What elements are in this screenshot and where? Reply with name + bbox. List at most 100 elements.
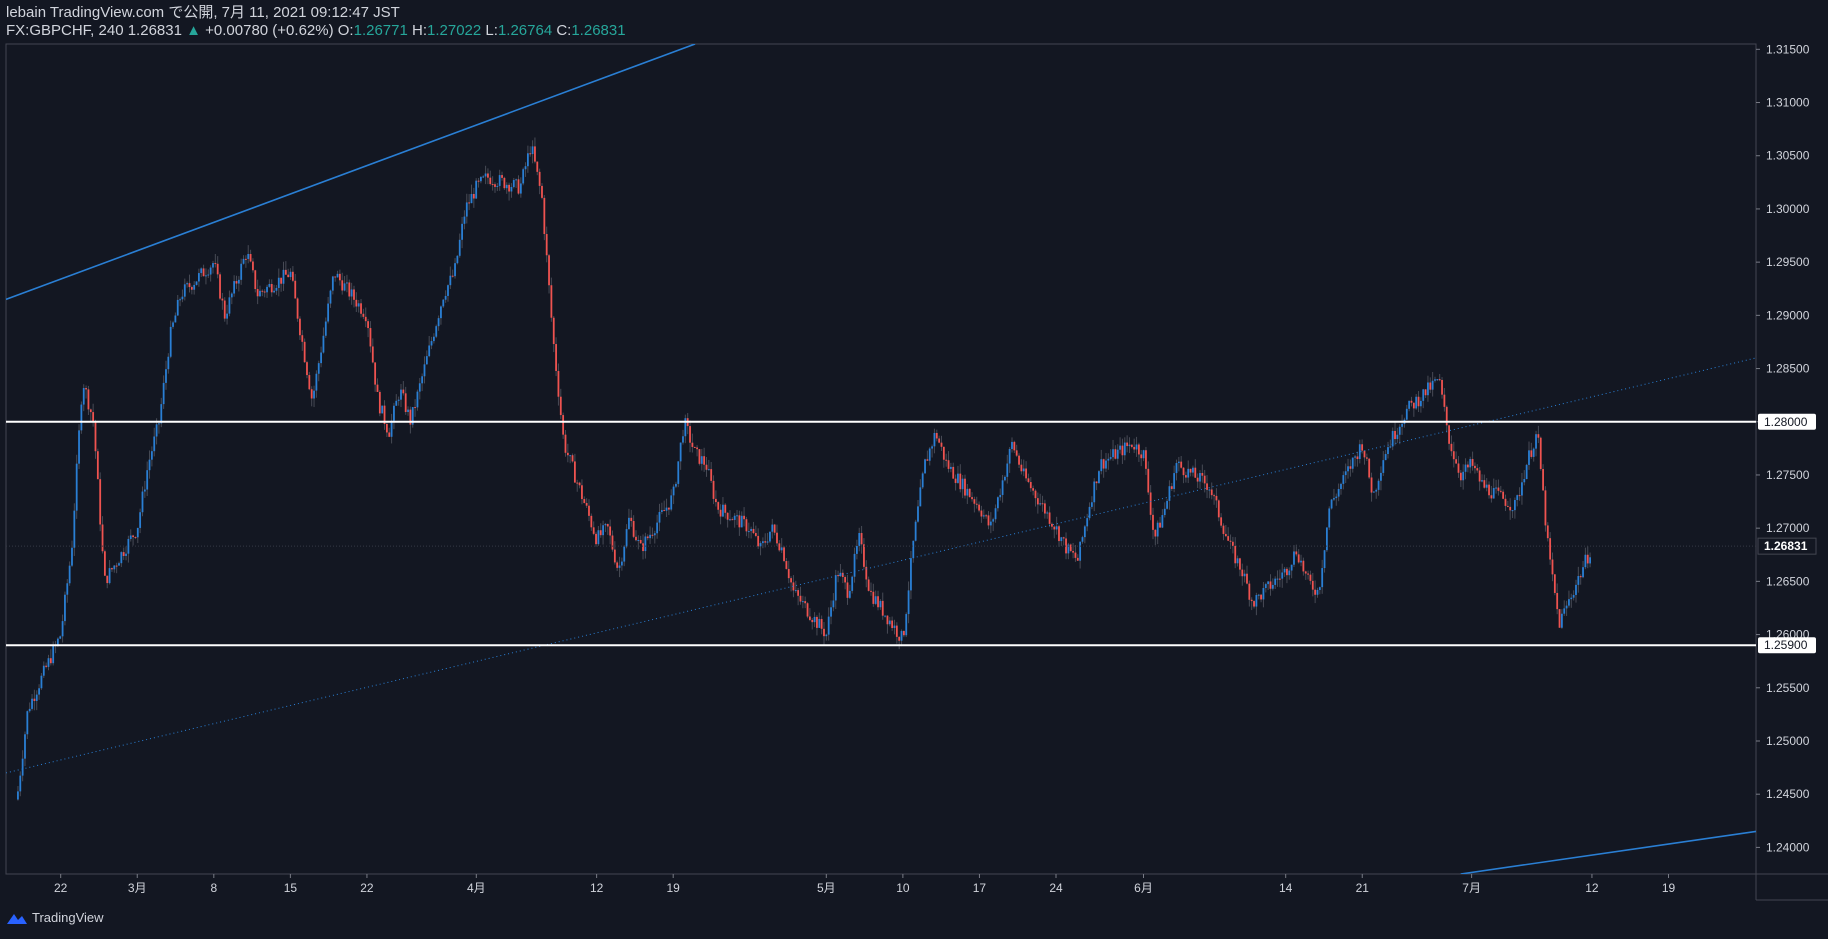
candle-down xyxy=(891,620,894,629)
candle-down xyxy=(188,283,191,288)
candle-up xyxy=(197,273,200,282)
candle-up xyxy=(80,404,83,431)
candle-up xyxy=(827,616,830,635)
candle-up xyxy=(475,180,478,199)
candle-down xyxy=(703,456,706,465)
candle-down xyxy=(844,576,847,583)
candle-down xyxy=(1048,512,1051,524)
candle-down xyxy=(754,533,757,536)
candle-up xyxy=(350,289,353,297)
candle-down xyxy=(378,391,381,414)
candle-up xyxy=(931,446,933,449)
candle-down xyxy=(985,515,988,517)
candle-down xyxy=(1189,468,1192,473)
x-tick-label: 19 xyxy=(1662,881,1676,895)
candle-down xyxy=(808,616,811,620)
candle-down xyxy=(731,519,734,521)
candle-down xyxy=(1429,382,1432,390)
candle-down xyxy=(630,517,633,522)
candle-up xyxy=(136,527,139,538)
candle-down xyxy=(1537,434,1540,438)
candle-up xyxy=(143,489,146,492)
candle-up xyxy=(620,561,623,566)
candle-down xyxy=(1506,505,1509,507)
candle-down xyxy=(1041,503,1044,505)
candle-up xyxy=(989,521,992,526)
candle-up xyxy=(794,590,797,592)
candle-down xyxy=(651,534,654,536)
candle-up xyxy=(242,258,245,264)
candle-down xyxy=(122,552,125,556)
candle-up xyxy=(35,694,38,701)
candle-up xyxy=(1523,479,1526,483)
candle-up xyxy=(390,420,393,437)
candle-up xyxy=(996,497,999,509)
candle-up xyxy=(64,594,66,622)
candle-down xyxy=(1424,389,1427,396)
candle-up xyxy=(273,290,275,293)
candle-up xyxy=(141,491,144,513)
candle-down xyxy=(952,466,955,479)
candle-up xyxy=(893,625,896,629)
candle-down xyxy=(776,532,778,544)
candle-up xyxy=(522,169,525,184)
candle-down xyxy=(1286,568,1288,576)
candle-up xyxy=(275,287,278,291)
candle-up xyxy=(1511,510,1514,512)
price-chart[interactable]: 1.31500 1.31000 1.30500 1.30000 1.29500 1.290… xyxy=(0,0,1828,939)
y-tick-label: 1.27500 xyxy=(1766,468,1810,482)
candle-down xyxy=(1210,489,1213,496)
candle-down xyxy=(841,572,844,577)
candle-up xyxy=(1347,466,1349,472)
candle-up xyxy=(750,528,753,532)
candle-up xyxy=(1396,434,1399,440)
x-tick-label: 22 xyxy=(360,881,374,895)
candle-down xyxy=(1034,490,1037,499)
y-tick-label: 1.28500 xyxy=(1766,362,1810,376)
candle-down xyxy=(606,524,609,527)
candle-up xyxy=(670,495,673,510)
candle-down xyxy=(1307,573,1309,575)
candle-down xyxy=(1497,487,1500,491)
candle-up xyxy=(1469,458,1472,468)
candle-up xyxy=(1293,551,1295,565)
candle-down xyxy=(536,161,539,172)
candle-up xyxy=(644,536,647,552)
candle-up xyxy=(322,335,325,353)
candle-up xyxy=(1006,463,1009,477)
candle-up xyxy=(1495,487,1497,489)
candle-up xyxy=(1135,444,1138,450)
candle-down xyxy=(103,551,106,576)
candle-up xyxy=(421,376,424,384)
candle-up xyxy=(155,424,158,437)
candle-down xyxy=(1231,541,1234,546)
candle-up xyxy=(247,253,250,259)
price-axis[interactable]: 1.31500 1.31000 1.30500 1.30000 1.29500 1.290… xyxy=(1756,42,1817,854)
candle-up xyxy=(992,519,995,522)
candle-up xyxy=(233,281,236,294)
candle-up xyxy=(1582,567,1584,578)
candle-down xyxy=(252,261,254,271)
candle-up xyxy=(176,299,179,316)
candle-down xyxy=(1182,467,1185,476)
candle-down xyxy=(1076,557,1079,561)
candle-down xyxy=(1140,454,1143,459)
candle-up xyxy=(921,473,924,488)
candle-down xyxy=(1145,450,1147,469)
candle-down xyxy=(588,505,590,516)
candle-down xyxy=(1250,599,1253,602)
candle-down xyxy=(402,389,405,394)
candle-down xyxy=(712,480,715,499)
candle-down xyxy=(1227,536,1230,541)
candle-up xyxy=(602,525,604,536)
time-axis[interactable]: 22 3月 8 15 22 4月 12 19 5月 10 17 24 6月 14 21 7月 12 19 xyxy=(54,874,1675,895)
candle-down xyxy=(1586,554,1589,564)
candle-up xyxy=(479,176,482,182)
candle-down xyxy=(249,253,252,262)
candle-up xyxy=(266,286,268,293)
candle-up xyxy=(461,223,463,240)
candle-up xyxy=(329,290,332,304)
candle-up xyxy=(465,202,468,217)
tradingview-logo-icon xyxy=(7,913,27,924)
candle-down xyxy=(1095,481,1098,484)
